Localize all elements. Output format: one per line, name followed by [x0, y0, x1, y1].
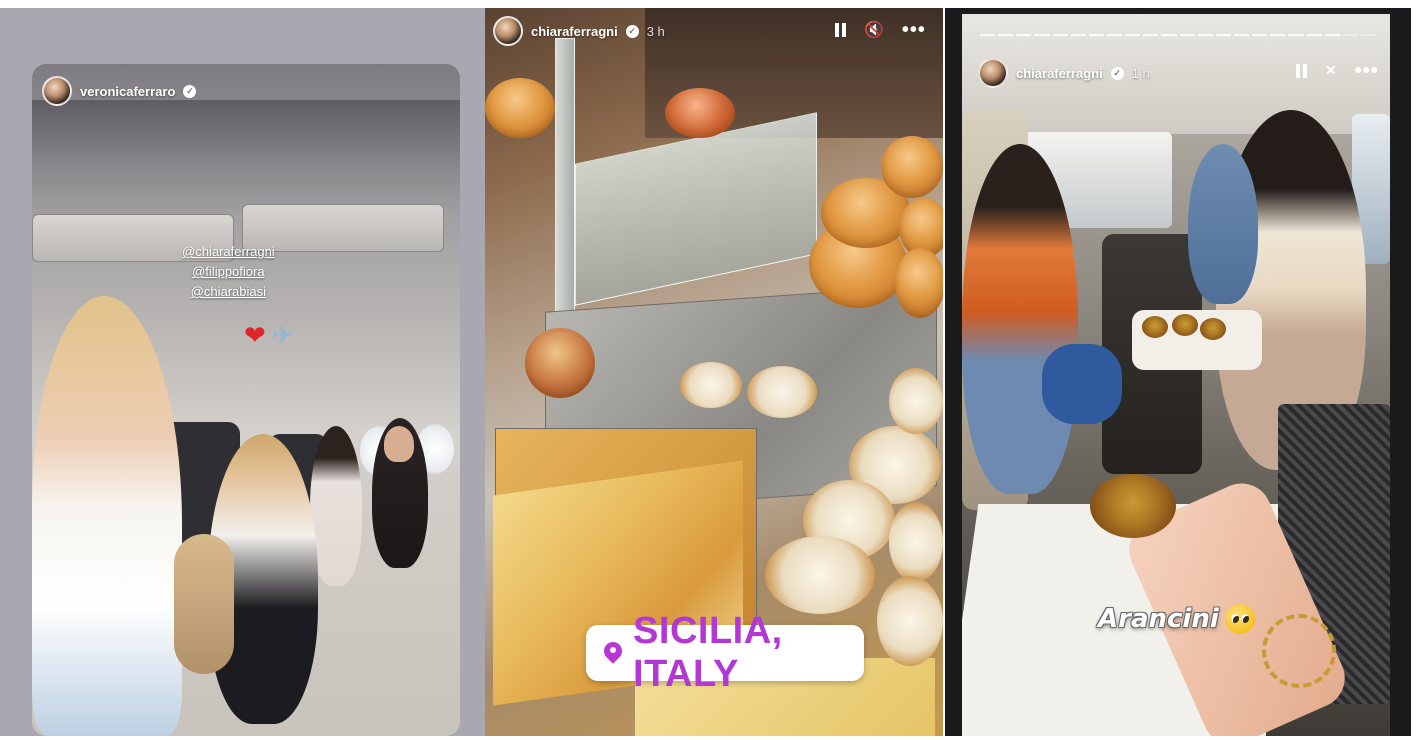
progress-segment: [1052, 34, 1068, 36]
story-username[interactable]: veronicaferraro: [80, 84, 175, 99]
passenger-left: [962, 144, 1078, 494]
progress-segment: [1215, 34, 1231, 36]
story-frame[interactable]: chiaraferragni ✓ 1 h ✕ ••• Arancini: [962, 14, 1390, 736]
location-label: SICILIA, ITALY: [633, 610, 783, 695]
progress-segment: [1306, 34, 1322, 36]
mute-icon[interactable]: ✕: [1325, 62, 1337, 79]
location-pin-icon: [602, 642, 621, 664]
ricotta-pastry: [747, 366, 817, 418]
more-icon[interactable]: •••: [1355, 61, 1379, 81]
ricotta-pastry: [889, 502, 943, 582]
story-panel-bakery[interactable]: chiaraferragni ✓ 3 h 🔇 ••• SICILIA, ITAL…: [485, 8, 943, 736]
avatar[interactable]: [42, 76, 72, 106]
verified-badge-icon: ✓: [625, 24, 639, 38]
story-header[interactable]: chiaraferragni ✓ 3 h: [493, 16, 665, 46]
progress-segment: [1034, 34, 1050, 36]
story-controls: 🔇 •••: [835, 20, 926, 40]
blue-bag: [1042, 344, 1122, 424]
story-username[interactable]: chiaraferragni: [531, 24, 618, 39]
arancino: [1172, 314, 1198, 336]
brioche-bun: [881, 136, 943, 198]
glass-shelf: [575, 112, 817, 306]
story-time: 1 h: [1131, 65, 1150, 81]
story-username[interactable]: chiaraferragni: [1016, 66, 1103, 81]
progress-segment: [998, 34, 1014, 36]
mention-list: @chiaraferragni @filippofiora @chiarabia…: [182, 242, 275, 302]
pastry: [665, 88, 735, 138]
progress-segment: [1016, 34, 1032, 36]
more-icon[interactable]: •••: [902, 20, 926, 40]
progress-segment: [1143, 34, 1159, 36]
avatar[interactable]: [978, 58, 1008, 88]
straw-bag: [174, 534, 234, 674]
pause-icon[interactable]: [1296, 63, 1307, 78]
arancino: [1142, 316, 1168, 338]
progress-segment: [1106, 34, 1123, 36]
story-panel-veronica: veronicaferraro ✓ @chiaraferragni @filip…: [0, 8, 485, 736]
selfie-person: [32, 296, 182, 736]
mention-tag[interactable]: @chiaraferragni: [182, 242, 275, 262]
pleading-face-icon: [1224, 604, 1255, 634]
progress-segment: [1324, 34, 1340, 36]
progress-segment: [1197, 34, 1213, 36]
progress-segment: [1252, 34, 1268, 36]
ricotta-pastry: [889, 368, 943, 434]
ricotta-pastry: [877, 576, 943, 666]
arancino: [1200, 318, 1226, 340]
progress-segment: [1342, 34, 1358, 36]
held-arancino: [1090, 474, 1176, 538]
progress-segment: [1125, 34, 1141, 36]
story-controls: ✕ •••: [1296, 61, 1379, 81]
story-time: 3 h: [646, 23, 665, 39]
progress-segment: [1233, 34, 1250, 36]
brioche-bun: [895, 248, 943, 318]
location-sticker[interactable]: SICILIA, ITALY: [586, 610, 864, 695]
verified-badge-icon: ✓: [183, 84, 197, 98]
passenger-face: [384, 426, 414, 462]
story-progress-bar: [980, 34, 1377, 36]
progress-segment: [1161, 34, 1177, 36]
ricotta-pastry: [765, 536, 875, 614]
story-caption: Arancini: [1098, 604, 1255, 634]
overhead-bins: [32, 100, 460, 220]
emoji-stickers: ❤ ✈: [244, 320, 294, 351]
pastry: [525, 328, 595, 398]
pastry: [485, 78, 555, 138]
airplane-icon: ✈: [271, 320, 294, 350]
mention-tag[interactable]: @chiarabiasi: [182, 282, 275, 302]
caption-text: Arancini: [1098, 604, 1219, 634]
verified-badge-icon: ✓: [1110, 66, 1124, 80]
story-header[interactable]: veronicaferraro ✓: [42, 76, 197, 106]
story-panel-van: chiaraferragni ✓ 1 h ✕ ••• Arancini: [945, 8, 1411, 736]
progress-segment: [1270, 34, 1286, 36]
gold-bracelet: [1262, 614, 1336, 688]
progress-segment: [1088, 34, 1104, 36]
heart-icon: ❤: [244, 320, 266, 350]
progress-segment: [1179, 34, 1195, 36]
story-header[interactable]: chiaraferragni ✓ 1 h: [978, 58, 1150, 88]
progress-segment: [980, 34, 996, 36]
avatar[interactable]: [493, 16, 523, 46]
mention-tag[interactable]: @filippofiora: [182, 262, 275, 282]
passenger: [310, 426, 362, 586]
progress-segment: [1288, 34, 1304, 36]
ricotta-pastry: [680, 362, 742, 408]
progress-segment: [1070, 34, 1086, 36]
passenger-back: [1188, 144, 1258, 304]
pause-icon[interactable]: [835, 23, 846, 37]
story-frame[interactable]: veronicaferraro ✓ @chiaraferragni @filip…: [32, 64, 460, 736]
progress-segment: [1360, 34, 1377, 36]
mute-icon[interactable]: 🔇: [864, 20, 884, 40]
